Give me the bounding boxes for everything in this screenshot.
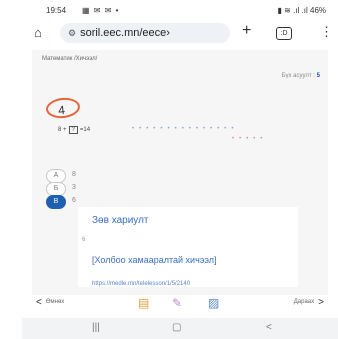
book-icon[interactable]: ▤ [138,296,149,310]
home-button-icon[interactable]: ▢ [172,322,181,333]
question-navigation: < Өмнөх ▤ ✎ ▨ Дараах > [22,295,338,315]
eraser-icon[interactable]: ✎ [172,296,182,310]
equation-blank: ? [68,126,78,134]
option-a-value: 8 [72,171,76,178]
option-b-value: 3 [72,184,76,191]
address-bar[interactable]: ⚙ soril.eec.mn/eece› [60,23,230,43]
next-button[interactable]: Дараах > [294,297,324,308]
question-number: 4 [45,96,81,120]
tabs-icon[interactable]: :D [276,27,292,40]
answer-title: Зөв хариулт [92,215,149,226]
breadcrumb[interactable]: Математик /Хичээл/ [42,56,97,62]
image-icon[interactable]: ▨ [208,296,219,310]
phone-screen: 19:54 ▦ ✉ ✉ • ▮ ≋ .ıl .ıl 46% ⌂ ⚙ soril.e… [22,0,338,339]
notification-icons: ▦ ✉ ✉ • [82,6,120,15]
prev-label: Өмнөх [45,299,65,306]
url-text: soril.eec.mn/eece› [80,27,170,39]
answer-value: 6 [82,237,86,243]
browser-toolbar: ⌂ ⚙ soril.eec.mn/eece› + :D ⋮ [22,18,338,48]
number-line-dots: ••••••••••••••• [132,126,239,132]
recent-apps-icon[interactable]: ||| [92,322,100,333]
menu-icon[interactable]: ⋮ [320,24,333,40]
site-info-icon[interactable]: ⚙ [68,28,76,38]
status-bar: 19:54 ▦ ✉ ✉ • ▮ ≋ .ıl .ıl 46% [22,0,338,18]
counter-dots: ••••• [232,136,268,142]
option-c-value: 6 [72,197,76,204]
question-count-value: 5 [316,73,320,79]
new-tab-icon[interactable]: + [242,22,251,40]
option-c-button[interactable]: В [46,195,66,209]
question-count-label: Бүх асуулт : [281,73,315,79]
battery-signal-icons: ▮ ≋ .ıl .ıl 46% [277,6,326,15]
equation-left: 8 + [58,127,67,133]
question-equation: 8 +? =14 [58,126,90,134]
system-navigation-bar: ||| ▢ < [22,318,338,339]
answer-panel: Зөв хариулт 6 [Холбоо хамааралтай хичээл… [78,207,298,287]
home-icon[interactable]: ⌂ [34,25,42,40]
prev-button[interactable]: < Өмнөх [36,297,64,308]
question-count: Бүх асуулт : 5 [282,73,320,79]
equation-right: =14 [79,127,91,133]
lesson-content: Математик /Хичээл/ Бүх асуулт : 5 4 8 +?… [32,50,328,295]
next-label: Дараах [293,299,315,306]
related-lesson-link[interactable]: [Холбоо хамааралтай хичээл] [92,255,292,265]
option-a-button[interactable]: A [46,169,66,183]
status-time: 19:54 [46,6,67,15]
back-icon[interactable]: < [266,322,272,333]
option-b-button[interactable]: Б [46,182,66,196]
related-lesson-url[interactable]: https://medle.mn/telelesson/1/5/2140 [92,281,190,287]
